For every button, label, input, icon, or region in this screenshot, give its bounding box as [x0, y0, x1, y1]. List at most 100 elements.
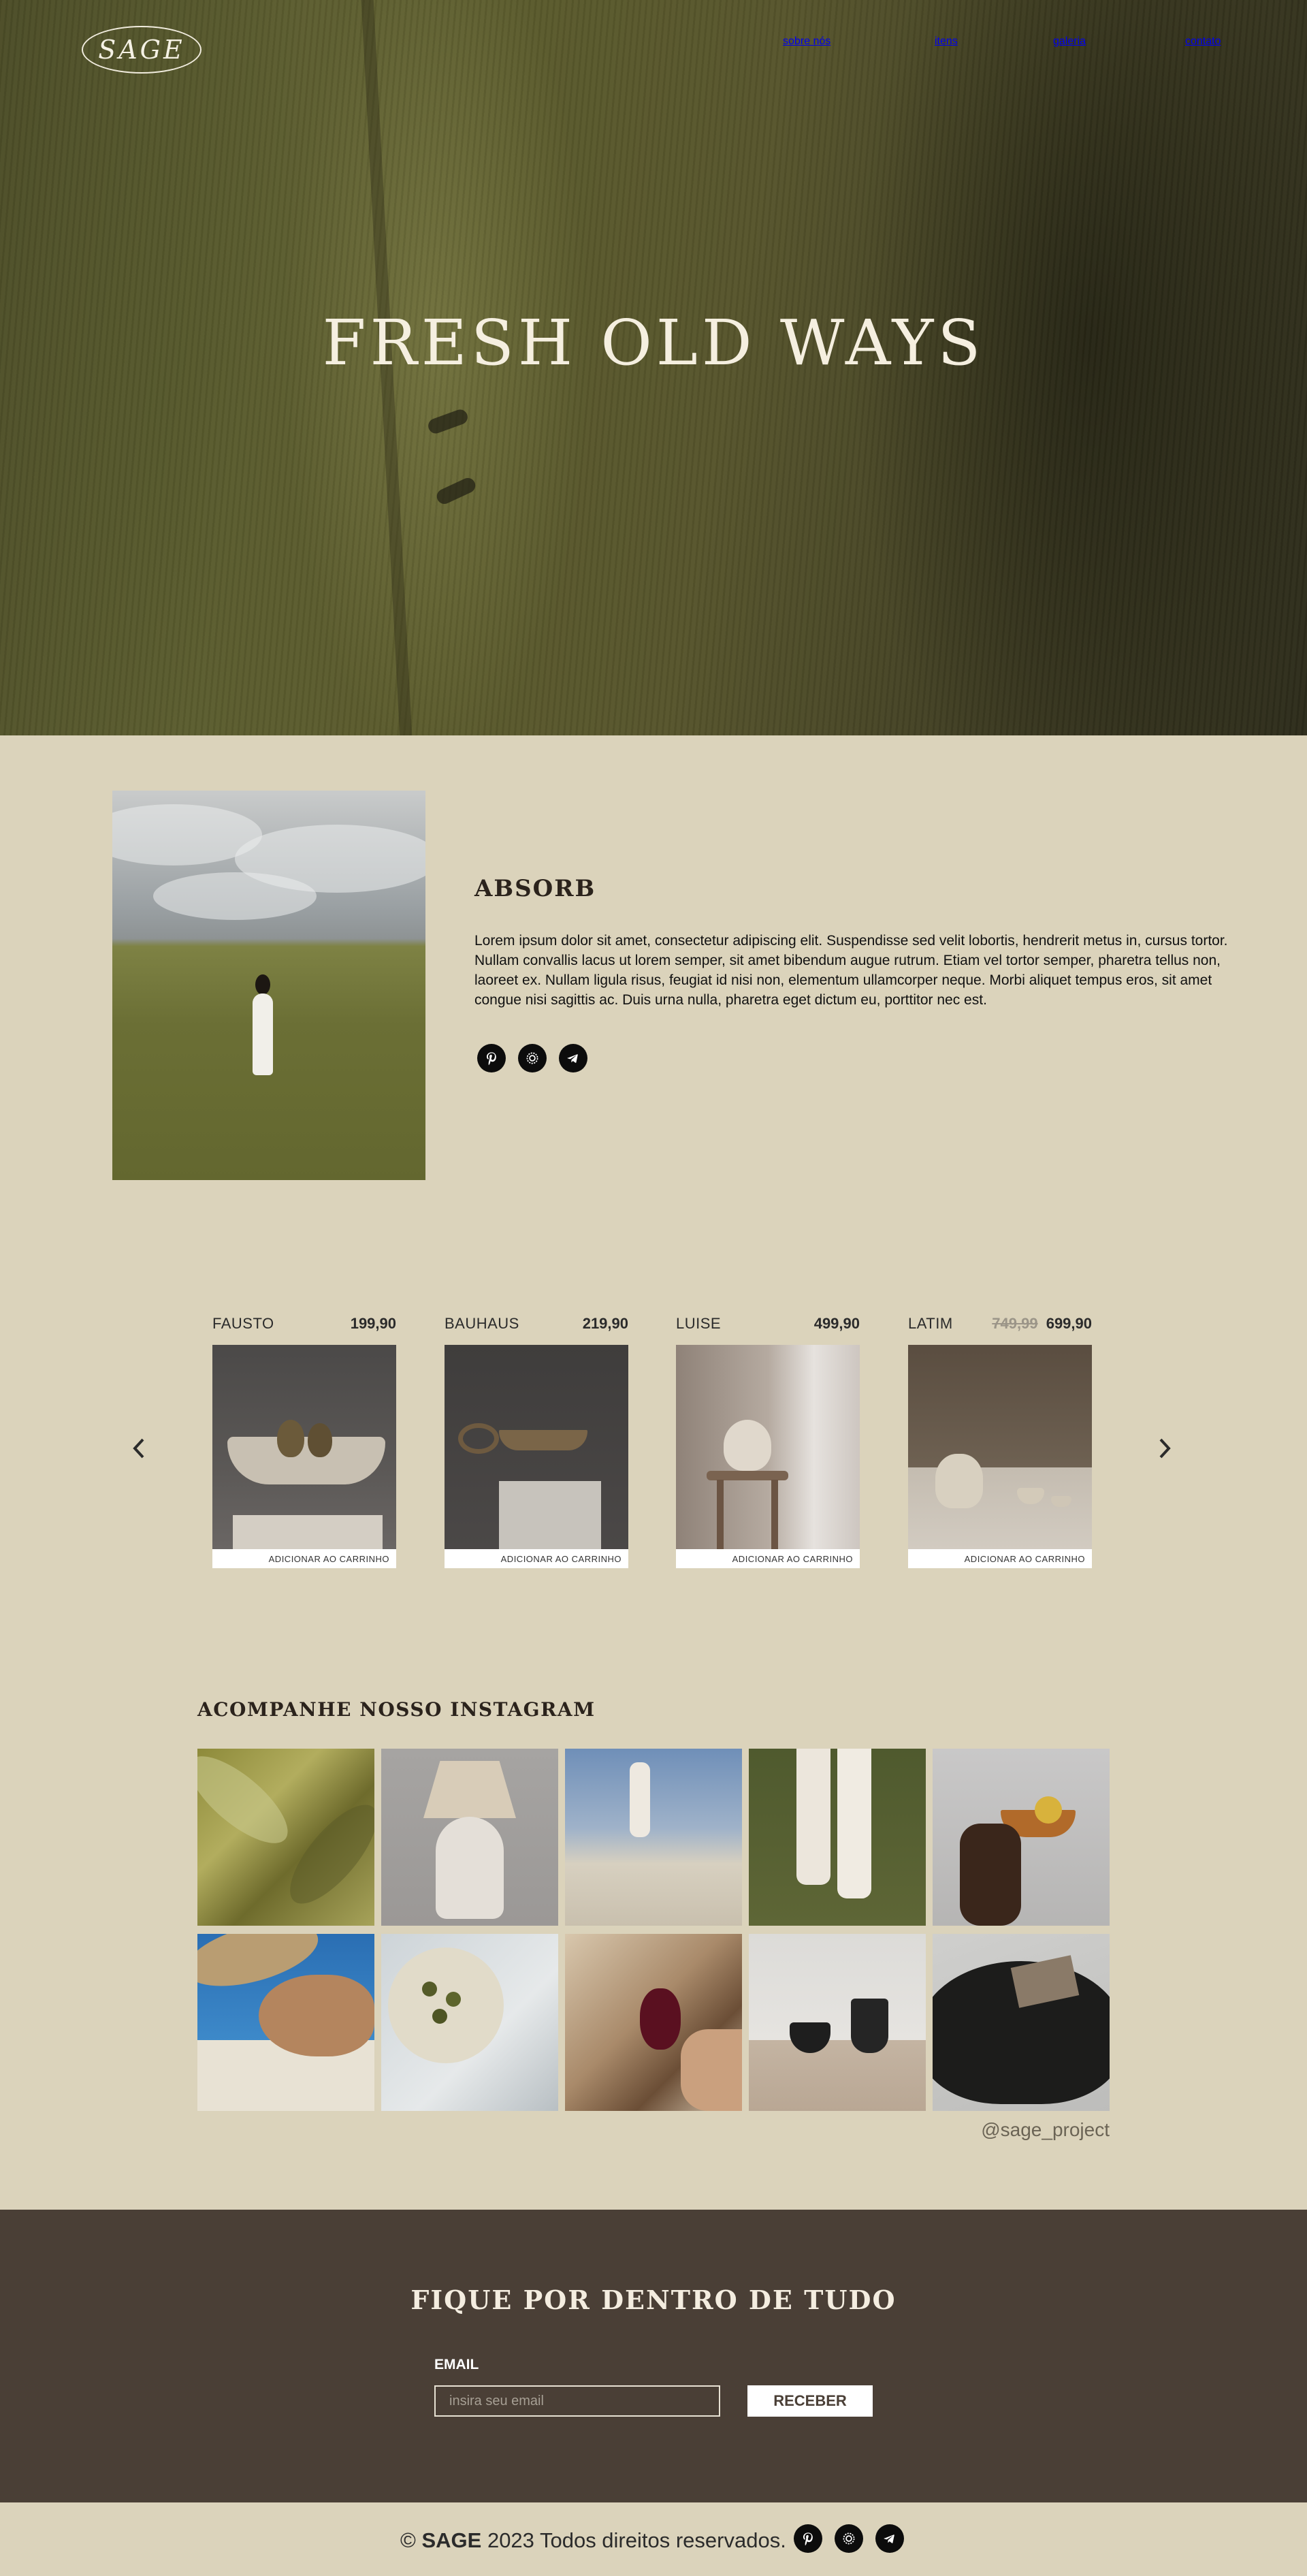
footer-text: 2023 Todos direitos reservados. — [487, 2528, 786, 2552]
cloud-shape — [153, 872, 317, 920]
product-price: 699,90 — [1046, 1315, 1092, 1332]
email-label: EMAIL — [434, 2357, 479, 2372]
leaf-shape — [197, 1749, 301, 1858]
pants-shape — [796, 1749, 830, 1885]
product-image[interactable] — [212, 1345, 396, 1549]
instagram-photo[interactable] — [749, 1749, 926, 1926]
product-card[interactable]: LATIM 749,99 699,90 ADICIONAR AO CARRINH… — [908, 1315, 1092, 1568]
footer-social-links — [794, 2524, 904, 2553]
about-title: ABSORB — [474, 875, 596, 902]
vase-shape — [790, 2022, 830, 2053]
grapes-shape — [640, 1988, 681, 2050]
instagram-photo[interactable] — [933, 1934, 1110, 2111]
stool-top — [707, 1471, 788, 1480]
instagram-photo[interactable] — [197, 1934, 374, 2111]
product-image[interactable] — [676, 1345, 860, 1549]
product-name: LUISE — [676, 1315, 722, 1332]
vessel-shape — [499, 1430, 587, 1450]
instagram-section-title: ACOMPANHE NOSSO INSTAGRAM — [197, 1698, 596, 1721]
telegram-icon[interactable] — [559, 1044, 587, 1072]
instagram-icon[interactable] — [835, 2524, 863, 2553]
logo[interactable]: SAGE — [82, 26, 201, 74]
pants-shape — [837, 1749, 871, 1898]
cup-shape — [1051, 1496, 1071, 1507]
about-social-links — [477, 1044, 587, 1072]
newsletter-title: FIQUE POR DENTRO DE TUDO — [410, 2285, 897, 2315]
instagram-photo[interactable] — [197, 1749, 374, 1926]
add-to-cart-button[interactable]: ADICIONAR AO CARRINHO — [212, 1549, 396, 1568]
plate-shape — [388, 1947, 504, 2063]
product-card[interactable]: BAUHAUS 219,90 ADICIONAR AO CARRINHO — [445, 1315, 628, 1568]
olive-shape — [446, 1992, 461, 2007]
product-price: 219,90 — [582, 1315, 628, 1332]
footer-brand: SAGE — [421, 2528, 482, 2552]
product-name: BAUHAUS — [445, 1315, 519, 1332]
olive-shape — [432, 2009, 447, 2024]
chevron-right-icon — [1159, 1438, 1171, 1459]
product-old-price: 749,99 — [992, 1315, 1038, 1332]
stool-leg — [771, 1480, 778, 1549]
instagram-photo[interactable] — [565, 1934, 742, 2111]
product-card[interactable]: FAUSTO 199,90 ADICIONAR AO CARRINHO — [212, 1315, 396, 1568]
face-shape — [259, 1975, 374, 2056]
nav-link-itens[interactable]: itens — [935, 35, 958, 48]
stone-pedestal — [499, 1481, 601, 1549]
footer-copyright: © SAGE 2023 Todos direitos reservados. — [400, 2528, 786, 2553]
add-to-cart-button[interactable]: ADICIONAR AO CARRINHO — [676, 1549, 860, 1568]
add-to-cart-button[interactable]: ADICIONAR AO CARRINHO — [908, 1549, 1092, 1568]
person-shape — [630, 1762, 650, 1837]
bowl-shape — [227, 1437, 385, 1484]
instagram-photo[interactable] — [381, 1934, 558, 2111]
newsletter-section: FIQUE POR DENTRO DE TUDO EMAIL RECEBER — [0, 2210, 1307, 2502]
cup-shape — [1017, 1488, 1044, 1504]
carousel-next-button[interactable] — [1151, 1433, 1178, 1463]
subscribe-button[interactable]: RECEBER — [747, 2385, 873, 2417]
leaf-shape — [276, 1792, 374, 1917]
hands-shape — [960, 1824, 1021, 1926]
instagram-gallery — [197, 1749, 1110, 2111]
stool-leg — [717, 1480, 724, 1549]
vessel-handle-shape — [458, 1423, 499, 1454]
nav-link-galeria[interactable]: galeria — [1053, 35, 1086, 48]
carousel-prev-button[interactable] — [125, 1433, 152, 1463]
lamp-base-shape — [436, 1817, 504, 1919]
pear-shape — [308, 1423, 332, 1457]
copyright-symbol: © — [400, 2528, 416, 2552]
books-shape — [233, 1515, 383, 1549]
product-image[interactable] — [908, 1345, 1092, 1549]
product-name: FAUSTO — [212, 1315, 274, 1332]
pinterest-icon[interactable] — [477, 1044, 506, 1072]
instagram-handle[interactable]: @sage_project — [981, 2119, 1110, 2141]
nav-link-contato[interactable]: contato — [1185, 35, 1221, 48]
instagram-photo[interactable] — [381, 1749, 558, 1926]
fruit-shape — [1035, 1796, 1062, 1824]
hero-title: FRESH OLD WAYS — [322, 306, 985, 379]
jar-shape — [935, 1454, 983, 1508]
pear-shape — [277, 1420, 304, 1457]
about-photo — [112, 791, 425, 1180]
nav-link-sobre-nos[interactable]: sobre nós — [783, 35, 830, 48]
woman-figure — [248, 974, 276, 1077]
email-input[interactable] — [434, 2385, 720, 2417]
instagram-photo[interactable] — [749, 1934, 926, 2111]
figure-head — [255, 974, 270, 995]
hero-section: SAGE sobre nós itens galeria contato FRE… — [0, 0, 1307, 735]
instagram-photo[interactable] — [933, 1749, 1110, 1926]
instagram-photo[interactable] — [565, 1749, 742, 1926]
product-price: 199,90 — [350, 1315, 396, 1332]
footer: © SAGE 2023 Todos direitos reservados. — [0, 2502, 1307, 2576]
product-card[interactable]: LUISE 499,90 ADICIONAR AO CARRINHO — [676, 1315, 860, 1568]
chevron-left-icon — [133, 1438, 144, 1459]
vase-shape — [851, 1999, 888, 2053]
add-to-cart-button[interactable]: ADICIONAR AO CARRINHO — [445, 1549, 628, 1568]
figure-body — [253, 993, 273, 1075]
product-name: LATIM — [908, 1315, 953, 1332]
product-image[interactable] — [445, 1345, 628, 1549]
telegram-icon[interactable] — [875, 2524, 904, 2553]
instagram-icon[interactable] — [518, 1044, 547, 1072]
about-text: Lorem ipsum dolor sit amet, consectetur … — [474, 933, 1228, 1008]
face-shape — [681, 2029, 742, 2111]
product-price: 499,90 — [813, 1315, 860, 1332]
vase-shape — [724, 1420, 771, 1471]
pinterest-icon[interactable] — [794, 2524, 822, 2553]
